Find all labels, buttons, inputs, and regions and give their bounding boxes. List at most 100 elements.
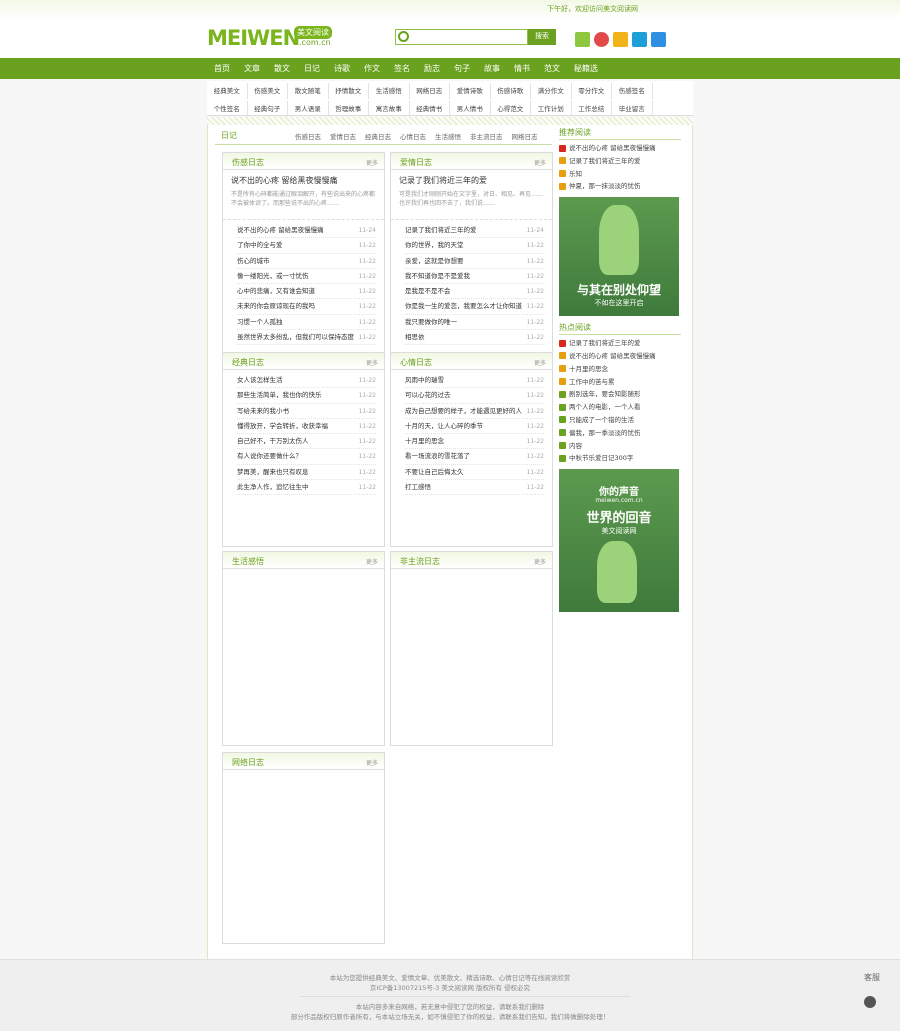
item-title[interactable]: 成为自己想要的样子，才能遇见更好的人	[405, 407, 522, 415]
featured-title[interactable]: 说不出的心疼 留给黑夜慢慢痛	[231, 175, 376, 186]
section-tab[interactable]: 伤感日志	[295, 131, 321, 141]
list-item[interactable]: 那些生活简单，我也你的快乐 11-22	[237, 388, 376, 404]
ad-banner-2[interactable]: 你的声音 meiwen.com.cn 世界的回音 美文阅读网	[559, 469, 679, 613]
subnav-item[interactable]: 经典句子	[248, 101, 288, 117]
item-title[interactable]: 习惯一个人孤独	[237, 318, 283, 326]
box-title[interactable]: 网络日志	[232, 757, 264, 768]
subnav-item[interactable]: 哲理故事	[329, 101, 369, 117]
item-title[interactable]: 此生净人作，追忆往生中	[237, 483, 309, 491]
item-title[interactable]: 梦再美，醒来也只有叹息	[237, 468, 309, 476]
more-link[interactable]: 更多	[366, 158, 378, 167]
section-tab[interactable]: 网络日志	[512, 131, 538, 141]
item-title[interactable]: 不要让自己后悔太久	[405, 468, 464, 476]
box-title[interactable]: 生活感悟	[232, 556, 264, 567]
item-title[interactable]: 写给未来的我小书	[237, 407, 289, 415]
item-title[interactable]: 亲爱，这就是你想要	[405, 257, 464, 265]
subnav-item[interactable]: 工作计划	[531, 101, 572, 117]
sidebar-item[interactable]: 记录了我们将近三年的爱	[559, 155, 681, 168]
nav-item[interactable]: 作文	[357, 58, 387, 79]
subnav-item[interactable]: 经典美文	[207, 83, 248, 99]
list-item[interactable]: 懂得放开，学会转折，收获幸福 11-22	[237, 419, 376, 435]
item-title[interactable]: 是我是不是不会	[405, 287, 451, 295]
list-item[interactable]: 是我是不是不会 11-22	[405, 284, 544, 300]
nav-item[interactable]: 首页	[207, 58, 237, 79]
list-item[interactable]: 风雨中的瑞雪 11-22	[405, 373, 544, 389]
box-title[interactable]: 非主流日志	[400, 556, 440, 567]
list-item[interactable]: 此生净人作，追忆往生中 11-22	[237, 480, 376, 496]
subnav-item[interactable]: 伤感诗歌	[491, 83, 531, 99]
subnav-item[interactable]: 抒情散文	[329, 83, 369, 99]
item-title[interactable]: 虽然世界太多纷乱，但我们可以保持态度	[237, 333, 354, 341]
service-link[interactable]: 客服	[864, 972, 880, 983]
list-item[interactable]: 看一场流浪的雪花落了 11-22	[405, 449, 544, 465]
list-item[interactable]: 你是我一生的爱恋，我要怎么才让你知道 11-22	[405, 299, 544, 315]
item-title[interactable]: 伤心的城市	[237, 257, 270, 265]
sidebar-item[interactable]: 记录了我们将近三年的爱	[559, 337, 681, 350]
sidebar-item[interactable]: 只能成了一个错的生活	[559, 414, 681, 427]
list-item[interactable]: 有人说你还要做什么？ 11-22	[237, 449, 376, 465]
item-title[interactable]: 十月的天，让人心碎的季节	[405, 422, 483, 430]
weibo-icon[interactable]	[594, 32, 609, 47]
nav-item[interactable]: 文章	[237, 58, 267, 79]
list-item[interactable]: 心中的悲痛，又有谁会知道 11-22	[237, 284, 376, 300]
sidebar-item[interactable]: 仲夏，那一抹淡淡的忧伤	[559, 180, 681, 193]
nav-item[interactable]: 情书	[507, 58, 537, 79]
list-item[interactable]: 了你中的全与爱 11-22	[237, 238, 376, 254]
box-title[interactable]: 经典日志	[232, 357, 264, 368]
more-link[interactable]: 更多	[366, 358, 378, 367]
sidebar-item[interactable]: 说不出的心疼 留给黑夜慢慢痛	[559, 350, 681, 363]
subnav-item[interactable]: 爱情诗歌	[450, 83, 491, 99]
box-title[interactable]: 心情日志	[400, 357, 432, 368]
item-title[interactable]: 了你中的全与爱	[237, 241, 283, 249]
list-item[interactable]: 女人该怎样生活 11-22	[237, 373, 376, 389]
list-item[interactable]: 伤心的城市 11-22	[237, 254, 376, 269]
subnav-item[interactable]: 伤感签名	[612, 83, 653, 99]
item-title[interactable]: 看一场流浪的雪花落了	[405, 452, 470, 460]
subnav-item[interactable]: 心得范文	[491, 101, 531, 117]
item-title[interactable]: 你的世界，我的天堂	[405, 241, 464, 249]
featured-title[interactable]: 记录了我们将近三年的爱	[399, 175, 544, 186]
list-item[interactable]: 未来的你会原谅现在的我吗 11-22	[237, 299, 376, 315]
search-input[interactable]	[412, 31, 524, 43]
item-title[interactable]: 我不知道你是不是爱我	[405, 272, 470, 280]
item-title[interactable]: 我只要做你的唯一	[405, 318, 457, 326]
nav-item[interactable]: 句子	[447, 58, 477, 79]
list-item[interactable]: 自己好不，干万别太伤人 11-22	[237, 434, 376, 450]
item-title[interactable]: 未来的你会原谅现在的我吗	[237, 302, 315, 310]
list-item[interactable]: 说不出的心疼 留给黑夜慢慢痛 11-24	[237, 223, 376, 239]
sidebar-item[interactable]: 十月里的思念	[559, 363, 681, 376]
section-tab[interactable]: 心情日志	[400, 131, 426, 141]
list-item[interactable]: 我不知道你是不是爱我 11-22	[405, 269, 544, 285]
list-item[interactable]: 十月的天，让人心碎的季节 11-22	[405, 419, 544, 435]
subnav-item[interactable]: 男人情书	[450, 101, 491, 117]
nav-item[interactable]: 散文	[267, 58, 297, 79]
sidebar-item[interactable]: 偏我，那一季淡淡的忧伤	[559, 427, 681, 440]
item-title[interactable]: 女人该怎样生活	[237, 376, 283, 384]
subnav-item[interactable]: 伤感美文	[248, 83, 288, 99]
item-title[interactable]: 记录了我们将近三年的爱	[405, 226, 477, 234]
list-item[interactable]: 像一缕阳光，或一寸忧伤 11-22	[237, 269, 376, 285]
list-item[interactable]: 记录了我们将近三年的爱 11-24	[405, 223, 544, 239]
list-item[interactable]: 打工感悟 11-22	[405, 480, 544, 496]
plus-icon[interactable]	[651, 32, 666, 47]
list-item[interactable]: 十月里的思念 11-22	[405, 434, 544, 450]
subnav-item[interactable]: 经典情书	[410, 101, 450, 117]
book-icon[interactable]	[575, 32, 590, 47]
more-link[interactable]: 更多	[366, 557, 378, 566]
subnav-item[interactable]: 生活感悟	[369, 83, 410, 99]
list-item[interactable]: 虽然世界太多纷乱，但我们可以保持态度 11-22	[237, 330, 376, 346]
nav-item[interactable]: 诗歌	[327, 58, 357, 79]
list-item[interactable]: 相思依 11-22	[405, 330, 544, 346]
search-button[interactable]: 搜索	[528, 29, 556, 45]
item-title[interactable]: 风雨中的瑞雪	[405, 376, 444, 384]
list-item[interactable]: 我只要做你的唯一 11-22	[405, 315, 544, 331]
section-tab[interactable]: 经典日志	[365, 131, 391, 141]
sidebar-item[interactable]: 乐知	[559, 168, 681, 181]
item-title[interactable]: 可以心花的过去	[405, 391, 451, 399]
list-item[interactable]: 不要让自己后悔太久 11-22	[405, 465, 544, 481]
nav-item[interactable]: 秘籍选	[567, 58, 605, 79]
item-title[interactable]: 自己好不，干万别太伤人	[237, 437, 309, 445]
subnav-item[interactable]: 毕业留言	[612, 101, 653, 117]
subnav-item[interactable]: 男人语录	[288, 101, 329, 117]
list-item[interactable]: 可以心花的过去 11-22	[405, 388, 544, 404]
